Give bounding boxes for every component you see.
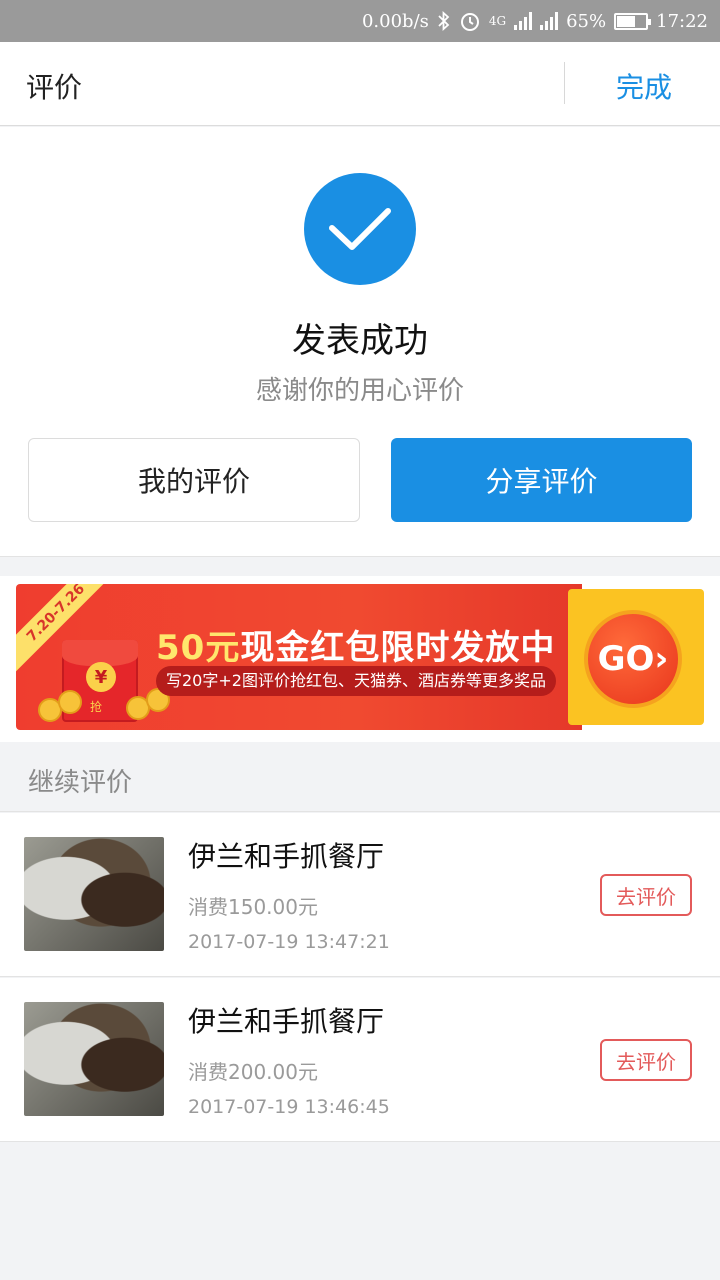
list-item: 伊兰和手抓餐厅 消费150.00元 2017-07-19 13:47:21 去评…: [0, 813, 720, 977]
my-reviews-button[interactable]: 我的评价: [28, 438, 360, 522]
go-review-button[interactable]: 去评价: [600, 874, 692, 916]
headline-amount: 50元: [156, 628, 241, 668]
headline-text: 现金红包限时发放中: [240, 628, 556, 668]
signal-icon: [540, 12, 559, 30]
nav-bar: 评价 完成: [0, 42, 720, 126]
alarm-icon: [459, 10, 481, 32]
order-time: 2017-07-19 13:46:45: [188, 1096, 390, 1118]
success-subtitle: 感谢你的用心评价: [255, 376, 464, 406]
done-button[interactable]: 完成: [616, 66, 672, 106]
go-review-button[interactable]: 去评价: [600, 1039, 692, 1081]
share-review-button[interactable]: 分享评价: [391, 438, 692, 522]
promo-banner-section: 7.20-7.26 ¥ 抢 50元现金红包限时发放中 写20字+2图评价抢红包、…: [0, 576, 720, 742]
battery-fill: [617, 15, 636, 27]
page-title: 评价: [26, 71, 83, 104]
order-time: 2017-07-19 13:47:21: [188, 931, 390, 953]
go-button[interactable]: GO›: [584, 610, 682, 708]
network-type: 4G: [488, 14, 507, 28]
check-circle-icon: [304, 173, 416, 285]
section-title: 继续评价: [28, 768, 133, 798]
network-speed: 0.00b/s: [361, 10, 429, 32]
success-title: 发表成功: [292, 321, 428, 361]
banner-subtext: 写20字+2图评价抢红包、天猫券、酒店券等更多奖品: [156, 666, 556, 696]
nav-divider: [564, 62, 565, 104]
restaurant-thumbnail: [24, 837, 164, 951]
spend-amount: 消费200.00元: [188, 1060, 318, 1084]
status-bar: 0.00b/s 4G 65% 17:22: [0, 0, 720, 42]
promo-banner[interactable]: 7.20-7.26 ¥ 抢 50元现金红包限时发放中 写20字+2图评价抢红包、…: [16, 584, 704, 730]
banner-headline: 50元现金红包限时发放中: [156, 620, 555, 669]
bluetooth-icon: [437, 11, 451, 31]
list-item: 伊兰和手抓餐厅 消费200.00元 2017-07-19 13:46:45 去评…: [0, 978, 720, 1142]
battery-icon: [614, 12, 652, 30]
battery-percent: 65%: [566, 10, 607, 32]
restaurant-name: 伊兰和手抓餐厅: [188, 840, 385, 873]
continue-section-header: 继续评价: [0, 742, 720, 812]
spend-amount: 消费150.00元: [188, 895, 318, 919]
clock: 17:22: [656, 10, 708, 32]
success-panel: 发表成功 感谢你的用心评价 我的评价 分享评价: [0, 127, 720, 557]
restaurant-name: 伊兰和手抓餐厅: [188, 1005, 385, 1038]
signal-icon: [514, 12, 533, 30]
coins-icon: [38, 684, 170, 724]
restaurant-thumbnail: [24, 1002, 164, 1116]
